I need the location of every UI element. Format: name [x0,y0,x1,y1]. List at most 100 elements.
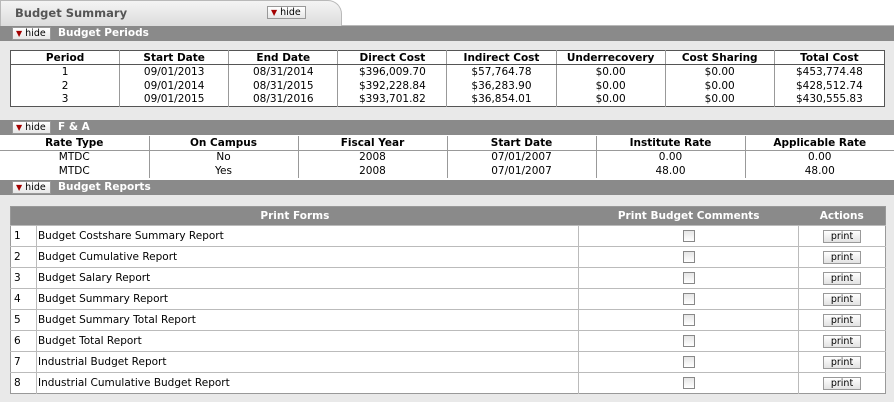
table-cell: 08/31/2016 [228,92,338,107]
print-comments-checkbox[interactable] [682,230,695,242]
table-cell: $392,228.84 [337,78,447,93]
table-cell: $0.00 [664,78,775,93]
hide-label: hide [280,7,301,18]
table-cell: $393,701.82 [337,92,447,107]
print-button[interactable]: print [823,355,862,369]
hide-label: hide [25,182,46,193]
table-cell: 07/01/2007 [446,150,596,164]
budget-periods-hide-button[interactable]: ▼ hide [12,27,51,40]
budget-periods-title: Budget Periods [58,27,149,39]
print-button[interactable]: print [823,229,862,243]
fa-header: ▼ hide F & A [0,120,894,135]
fa-hide-button[interactable]: ▼ hide [12,121,51,134]
budget-periods-table: Period Start Date End Date Direct Cost I… [10,50,885,107]
actions-cell: print [798,246,886,268]
column-header: Underrecovery [555,50,666,65]
table-cell: MTDC [58,165,90,177]
print-comments-checkbox[interactable] [682,356,695,368]
table-cell: $0.00 [555,78,666,93]
actions-cell: print [798,330,886,352]
table-cell: 09/01/2013 [119,64,229,79]
table-row: 8 Industrial Cumulative Budget Report prin… [10,372,886,394]
column-header-print-forms: Print Forms [10,206,579,226]
table-cell: 08/31/2014 [228,64,338,79]
table-row: 3 09/01/2015 08/31/2016 $393,701.82 $36,… [11,92,885,107]
row-number: 6 [10,330,37,352]
row-number: 7 [10,351,37,373]
table-cell: 0.00 [744,150,894,164]
print-comments-cell [578,225,799,247]
table-cell: 48.00 [744,164,894,178]
column-header: Fiscal Year [297,136,447,151]
actions-cell: print [798,288,886,310]
print-button[interactable]: print [823,376,862,390]
column-header: On Campus [148,136,298,151]
budget-reports-table: Print Forms Print Budget Comments Action… [10,206,886,394]
report-name: Budget Total Report [35,330,579,352]
print-comments-checkbox[interactable] [682,377,695,389]
table-cell: 3 [61,93,69,106]
print-comments-cell [578,288,799,310]
table-cell: MTDC [58,151,90,164]
triangle-down-icon: ▼ [16,183,23,192]
reports-header-row: Print Forms Print Budget Comments Action… [10,206,886,226]
actions-cell: print [798,309,886,331]
print-comments-checkbox[interactable] [682,272,695,284]
print-button[interactable]: print [823,334,862,348]
table-cell: 2008 [297,164,447,178]
table-row: 6 Budget Total Report print [10,330,886,352]
print-comments-checkbox[interactable] [682,335,695,347]
table-row: 1 09/01/2013 08/31/2014 $396,009.70 $57,… [11,64,885,79]
row-number: 2 [10,246,37,268]
table-cell: 2008 [297,150,447,164]
print-button[interactable]: print [823,250,862,264]
column-header: Rate Type [0,136,149,151]
fa-title: F & A [58,121,90,133]
print-comments-checkbox[interactable] [682,251,695,263]
row-number: 1 [10,225,37,247]
budget-reports-hide-button[interactable]: ▼ hide [12,181,51,194]
report-name: Industrial Budget Report [35,351,579,373]
report-name: Industrial Cumulative Budget Report [35,372,579,394]
print-comments-cell [578,330,799,352]
table-row: 1 Budget Costshare Summary Report print [10,225,886,247]
table-cell: 2 [61,79,69,92]
print-button[interactable]: print [823,271,862,285]
triangle-down-icon: ▼ [16,29,23,38]
table-cell: $0.00 [664,92,775,107]
tab-hide-button[interactable]: ▼ hide [267,6,306,19]
print-comments-cell [578,246,799,268]
print-button[interactable]: print [823,313,862,327]
table-cell: $0.00 [555,64,666,79]
column-header: End Date [228,50,338,65]
budget-reports-title: Budget Reports [58,181,151,193]
table-cell: $396,009.70 [337,64,447,79]
table-cell: 09/01/2015 [119,92,229,107]
table-cell: No [148,150,298,164]
column-header: Indirect Cost [446,50,557,65]
table-row: 7 Industrial Budget Report print [10,351,886,373]
table-cell: $36,854.01 [446,92,557,107]
report-name: Budget Costshare Summary Report [35,225,579,247]
column-header: Direct Cost [337,50,447,65]
actions-cell: print [798,267,886,289]
print-comments-checkbox[interactable] [682,314,695,326]
table-cell: $36,283.90 [446,78,557,93]
column-header: Institute Rate [595,136,745,151]
actions-cell: print [798,225,886,247]
row-number: 3 [10,267,37,289]
column-header: Applicable Rate [744,136,894,151]
column-header: Start Date [446,136,596,151]
tab-title: Budget Summary [15,6,128,20]
budget-periods-header-row: Period Start Date End Date Direct Cost I… [10,50,885,65]
print-comments-checkbox[interactable] [682,293,695,305]
print-comments-cell [578,267,799,289]
table-cell: $57,764.78 [446,64,557,79]
actions-cell: print [798,372,886,394]
row-number: 4 [10,288,37,310]
triangle-down-icon: ▼ [271,8,278,17]
table-row: 4 Budget Summary Report print [10,288,886,310]
column-header-actions: Actions [798,206,886,226]
print-button[interactable]: print [823,292,862,306]
column-header: Cost Sharing [664,50,775,65]
